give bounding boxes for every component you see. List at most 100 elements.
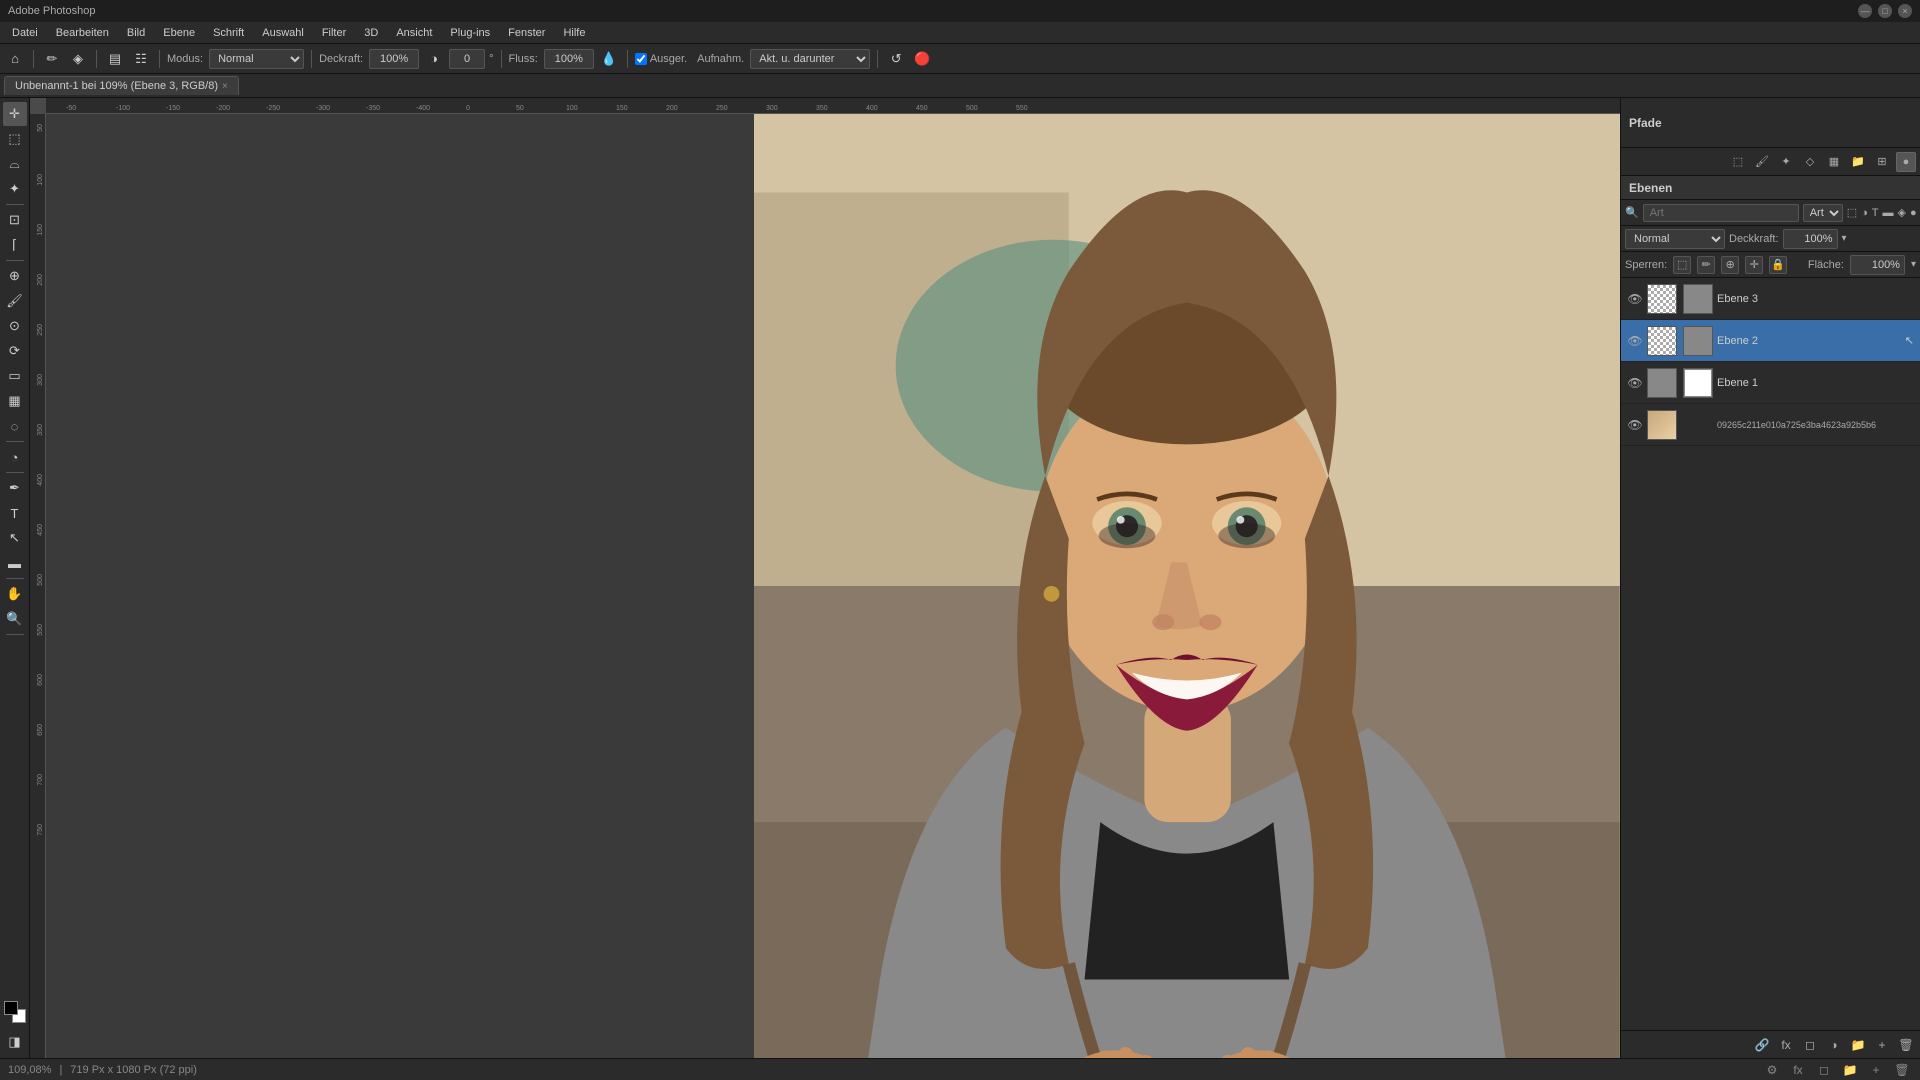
- zoom-tool[interactable]: 🔍: [3, 607, 27, 631]
- lock-move-btn[interactable]: ✛: [1745, 256, 1763, 274]
- panel-icon-fill[interactable]: ▦: [1824, 152, 1844, 172]
- status-icon-6[interactable]: 🗑: [1892, 1060, 1912, 1080]
- layer-type-adjust[interactable]: ◑: [1861, 204, 1868, 222]
- layer-type-shape[interactable]: ▬: [1883, 204, 1894, 222]
- text-tool[interactable]: T: [3, 501, 27, 525]
- add-style-btn[interactable]: fx: [1776, 1035, 1796, 1055]
- blur-tool[interactable]: ◌: [3, 414, 27, 438]
- pen-tool[interactable]: ✒: [3, 476, 27, 500]
- shape-tool[interactable]: ▬: [3, 551, 27, 575]
- canvas-content[interactable]: [46, 114, 1620, 1058]
- eyedropper-tool[interactable]: ⌈: [3, 233, 27, 257]
- flache-input[interactable]: [1850, 255, 1905, 275]
- eraser-tool[interactable]: ▭: [3, 364, 27, 388]
- path-select-tool[interactable]: ↖: [3, 526, 27, 550]
- layer-type-pixel[interactable]: ⬚: [1847, 204, 1857, 222]
- select-tool[interactable]: ⬚: [3, 127, 27, 151]
- layer-type-smart[interactable]: ◈: [1898, 204, 1906, 222]
- akt-dropdown[interactable]: Akt. u. darunter Alle Ebenen Aktuelle Eb…: [750, 49, 870, 69]
- close-button[interactable]: ×: [1898, 4, 1912, 18]
- status-icon-2[interactable]: fx: [1788, 1060, 1808, 1080]
- layer-row[interactable]: 👁 Ebene 2 ↖: [1621, 320, 1920, 362]
- brush-tool-icon[interactable]: ✏: [41, 48, 63, 70]
- photo-canvas[interactable]: [754, 114, 1620, 1058]
- clone-tool[interactable]: ⊙: [3, 314, 27, 338]
- new-group-btn[interactable]: 📁: [1848, 1035, 1868, 1055]
- menu-schrift[interactable]: Schrift: [205, 25, 252, 41]
- maximize-button[interactable]: □: [1878, 4, 1892, 18]
- panel-icon-checkerboard[interactable]: ⬚: [1728, 152, 1748, 172]
- quick-mask-btn[interactable]: ◨: [3, 1030, 27, 1054]
- history-tool[interactable]: ⟳: [3, 339, 27, 363]
- link-layers-btn[interactable]: 🔗: [1752, 1035, 1772, 1055]
- menu-auswahl[interactable]: Auswahl: [254, 25, 312, 41]
- fluss-input[interactable]: [544, 49, 594, 69]
- brush-tool[interactable]: 🖌: [3, 289, 27, 313]
- lock-artboards-btn[interactable]: ⊕: [1721, 256, 1739, 274]
- menu-datei[interactable]: Datei: [4, 25, 46, 41]
- status-icon-4[interactable]: 📁: [1840, 1060, 1860, 1080]
- add-mask-btn[interactable]: ◻: [1800, 1035, 1820, 1055]
- flache-arrow[interactable]: ▾: [1911, 259, 1916, 270]
- panel-icon-circle[interactable]: ●: [1896, 152, 1916, 172]
- deckraft-icon[interactable]: ◑: [423, 48, 445, 70]
- deckkraft-arrow[interactable]: ▾: [1842, 233, 1847, 244]
- tb-extra-icon1[interactable]: ↺: [885, 48, 907, 70]
- magic-wand-tool[interactable]: ✦: [3, 177, 27, 201]
- tool-preset-icon[interactable]: ◈: [67, 48, 89, 70]
- heal-tool[interactable]: ⊕: [3, 264, 27, 288]
- close-tab-button[interactable]: ×: [222, 81, 228, 92]
- menu-fenster[interactable]: Fenster: [500, 25, 553, 41]
- modus-dropdown[interactable]: Normal Auflösen Multiplizieren: [209, 49, 304, 69]
- layer-visibility-toggle[interactable]: 👁: [1627, 417, 1643, 433]
- panel-icon-brush[interactable]: 🖌: [1752, 152, 1772, 172]
- delete-layer-btn[interactable]: 🗑: [1896, 1035, 1916, 1055]
- lock-all-btn[interactable]: 🔒: [1769, 256, 1787, 274]
- panel-icon-star[interactable]: ✦: [1776, 152, 1796, 172]
- layer-row[interactable]: 👁 09265c211e010a725e3ba4623a92b5b6: [1621, 404, 1920, 446]
- foreground-color[interactable]: [4, 1001, 18, 1015]
- panel-icon-grid[interactable]: ⊞: [1872, 152, 1892, 172]
- tb-icon-2[interactable]: ☷: [130, 48, 152, 70]
- menu-filter[interactable]: Filter: [314, 25, 354, 41]
- lock-pixels-btn[interactable]: ⬚: [1673, 256, 1691, 274]
- layers-search-input[interactable]: [1643, 204, 1799, 222]
- layer-row[interactable]: 👁 Ebene 3: [1621, 278, 1920, 320]
- new-adjustment-btn[interactable]: ◑: [1824, 1035, 1844, 1055]
- tb-icon-1[interactable]: ▤: [104, 48, 126, 70]
- panel-icon-diamond[interactable]: ◇: [1800, 152, 1820, 172]
- menu-ansicht[interactable]: Ansicht: [388, 25, 440, 41]
- document-tab[interactable]: Unbenannt-1 bei 109% (Ebene 3, RGB/8) ×: [4, 76, 239, 95]
- gradient-tool[interactable]: ▦: [3, 389, 27, 413]
- layer-type-text[interactable]: T: [1872, 204, 1879, 222]
- layer-filter-toggle[interactable]: ●: [1910, 204, 1917, 222]
- menu-hilfe[interactable]: Hilfe: [555, 25, 593, 41]
- ausger-checkbox[interactable]: [635, 53, 647, 65]
- deckraft-input[interactable]: [369, 49, 419, 69]
- fluss-icon[interactable]: 💧: [598, 48, 620, 70]
- blend-mode-dropdown[interactable]: Normal Multiplizieren Bildschirm Überlag…: [1625, 229, 1725, 249]
- menu-3d[interactable]: 3D: [356, 25, 386, 41]
- home-icon[interactable]: ⌂: [4, 48, 26, 70]
- menu-bild[interactable]: Bild: [119, 25, 153, 41]
- panel-icon-folder[interactable]: 📁: [1848, 152, 1868, 172]
- dodge-tool[interactable]: ◔: [3, 445, 27, 469]
- crop-tool[interactable]: ⊡: [3, 208, 27, 232]
- hand-tool[interactable]: ✋: [3, 582, 27, 606]
- move-tool[interactable]: ✛: [3, 102, 27, 126]
- minimize-button[interactable]: —: [1858, 4, 1872, 18]
- status-icon-5[interactable]: +: [1866, 1060, 1886, 1080]
- layer-row[interactable]: 👁 Ebene 1: [1621, 362, 1920, 404]
- layer-visibility-toggle[interactable]: 👁: [1627, 333, 1643, 349]
- menu-ebene[interactable]: Ebene: [155, 25, 203, 41]
- menu-bearbeiten[interactable]: Bearbeiten: [48, 25, 117, 41]
- tb-extra-icon2[interactable]: 🔴: [911, 48, 933, 70]
- layer-visibility-toggle[interactable]: 👁: [1627, 291, 1643, 307]
- menu-plugins[interactable]: Plug-ins: [442, 25, 498, 41]
- new-layer-btn[interactable]: +: [1872, 1035, 1892, 1055]
- lasso-tool[interactable]: ⌓: [3, 152, 27, 176]
- fg-bg-colors[interactable]: [4, 1001, 26, 1023]
- layers-type-dropdown[interactable]: Art: [1803, 204, 1843, 222]
- lock-position-btn[interactable]: ✏: [1697, 256, 1715, 274]
- status-icon-3[interactable]: ◻: [1814, 1060, 1834, 1080]
